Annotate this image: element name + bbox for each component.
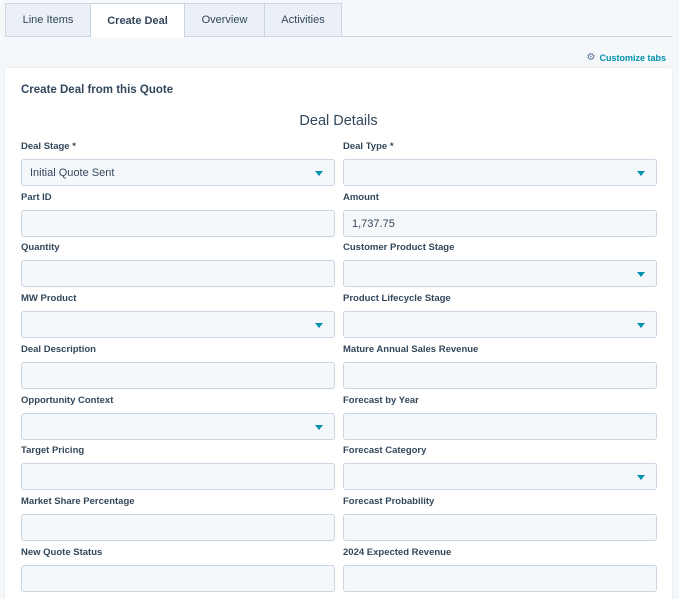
tab-create-deal[interactable]: Create Deal [90,3,184,38]
tab-line-items[interactable]: Line Items [5,3,90,37]
opportunity-context-select[interactable] [21,413,335,440]
section-title: Deal Details [299,113,378,129]
chevron-down-icon [637,475,645,480]
field-label: New Quote Status [21,547,103,558]
deal-type-select[interactable] [343,159,657,186]
field-label: Deal Description [21,344,96,355]
product-lifecycle-stage-select[interactable] [343,311,657,338]
deal-description-input[interactable] [21,362,335,389]
tab-overview[interactable]: Overview [184,3,264,37]
field-part-id: Part ID [21,192,335,237]
forecast-by-year-input[interactable] [343,413,657,440]
chevron-down-icon [315,425,323,430]
market-share-percentage-input[interactable] [21,514,335,541]
customize-tabs-link[interactable]: ⚙ Customize tabs [587,52,666,63]
field-label: Amount [343,192,379,203]
chevron-down-icon [315,171,323,176]
target-pricing-input[interactable] [21,463,335,490]
field-label: Target Pricing [21,445,85,456]
tab-bar: Line Items Create Deal Overview Activiti… [5,3,342,38]
field-label: Customer Product Stage [343,242,455,253]
chevron-down-icon [315,323,323,328]
field-customer-product-stage: Customer Product Stage [343,242,657,287]
field-label: MW Product [21,293,77,304]
field-label: Forecast Probability [343,496,435,507]
field-label: Opportunity Context [21,395,114,406]
new-quote-status-input[interactable] [21,565,335,592]
field-quantity: Quantity [21,242,335,287]
field-label: 2024 Expected Revenue [343,547,452,558]
field-value: Initial Quote Sent [30,166,115,179]
customize-tabs-label: Customize tabs [599,52,666,63]
field-amount: Amount 1,737.75 [343,192,657,237]
field-forecast-probability: Forecast Probability [343,496,657,541]
2024-expected-revenue-input[interactable] [343,565,657,592]
field-mature-annual-sales-revenue: Mature Annual Sales Revenue [343,344,657,389]
chevron-down-icon [637,272,645,277]
tab-activities[interactable]: Activities [264,3,342,37]
field-label: Mature Annual Sales Revenue [343,344,479,355]
forecast-category-select[interactable] [343,463,657,490]
field-label: Forecast Category [343,445,427,456]
chevron-down-icon [637,171,645,176]
deal-stage-select[interactable]: Initial Quote Sent [21,159,335,186]
field-market-share-percentage: Market Share Percentage [21,496,335,541]
field-product-lifecycle-stage: Product Lifecycle Stage [343,293,657,338]
field-label: Market Share Percentage [21,496,135,507]
field-forecast-category: Forecast Category [343,445,657,490]
field-value: 1,737.75 [352,217,395,230]
field-target-pricing: Target Pricing [21,445,335,490]
field-label: Forecast by Year [343,395,419,406]
mature-annual-sales-revenue-input[interactable] [343,362,657,389]
field-mw-product: MW Product [21,293,335,338]
field-forecast-by-year: Forecast by Year [343,395,657,440]
field-label: Deal Type * [343,141,394,152]
create-deal-card: Create Deal from this Quote Deal Details… [5,68,672,599]
gear-icon: ⚙ [586,52,596,63]
amount-input[interactable]: 1,737.75 [343,210,657,237]
field-deal-description: Deal Description [21,344,335,389]
forecast-probability-input[interactable] [343,514,657,541]
field-label: Deal Stage * [21,141,76,152]
field-new-quote-status: New Quote Status [21,547,335,592]
chevron-down-icon [637,323,645,328]
customer-product-stage-select[interactable] [343,260,657,287]
part-id-input[interactable] [21,210,335,237]
field-label: Part ID [21,192,52,203]
field-label: Quantity [21,242,60,253]
mw-product-select[interactable] [21,311,335,338]
field-deal-type: Deal Type * [343,141,657,186]
field-deal-stage: Deal Stage * Initial Quote Sent [21,141,335,186]
quantity-input[interactable] [21,260,335,287]
field-label: Product Lifecycle Stage [343,293,451,304]
card-title: Create Deal from this Quote [21,84,174,96]
field-2024-expected-revenue: 2024 Expected Revenue [343,547,657,592]
field-opportunity-context: Opportunity Context [21,395,335,440]
